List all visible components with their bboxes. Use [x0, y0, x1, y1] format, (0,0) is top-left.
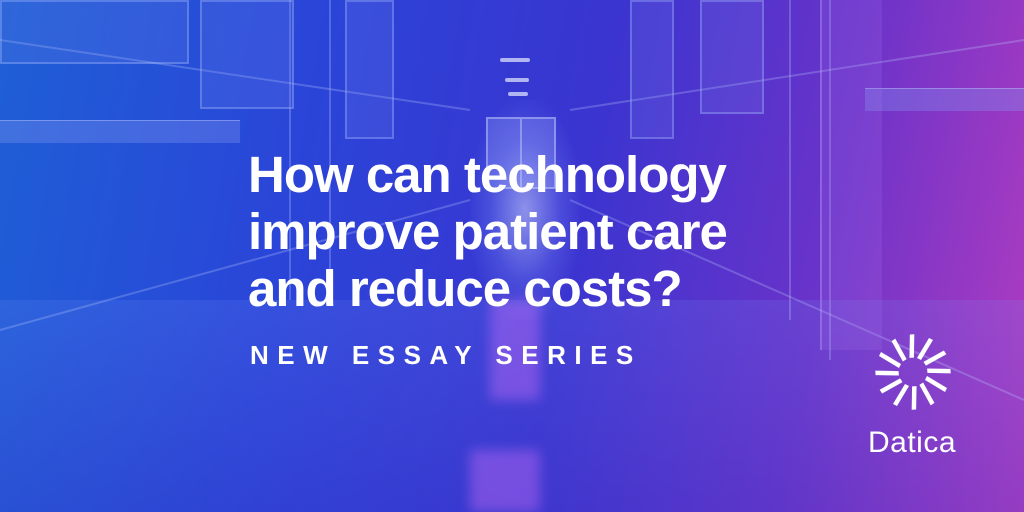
- datica-radial-logo-icon: [875, 334, 951, 410]
- headline-line-3: and reduce costs?: [248, 260, 683, 317]
- headline-line-2: improve patient care: [248, 203, 728, 260]
- wall-cabinet: [700, 0, 764, 114]
- datica-logo: Datica: [868, 334, 958, 464]
- wall-cabinet: [630, 0, 674, 139]
- series-subtitle: NEW ESSAY SERIES: [250, 340, 642, 370]
- floor-reflection: [470, 450, 540, 512]
- promo-banner: How can technology improve patient care …: [0, 0, 1024, 512]
- wall-cabinet: [200, 0, 294, 109]
- headline-line-1: How can technology: [248, 146, 727, 203]
- ceiling-light: [508, 92, 528, 96]
- ceiling-light: [505, 78, 529, 82]
- brand-name: Datica: [868, 426, 957, 459]
- ceiling-light: [500, 58, 530, 62]
- wall-cabinet: [345, 0, 394, 139]
- wall-window: [0, 0, 189, 64]
- headline: How can technology improve patient care …: [248, 146, 848, 317]
- wall-handrail: [865, 88, 1024, 111]
- wall-handrail: [0, 120, 240, 143]
